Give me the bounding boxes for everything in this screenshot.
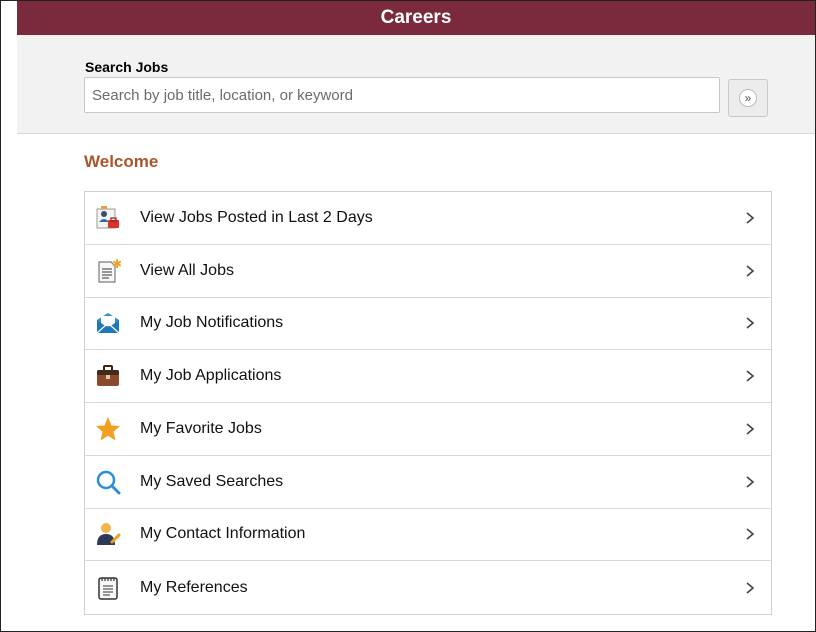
chevron-right-icon <box>746 265 755 277</box>
chevron-right-icon <box>746 582 755 594</box>
menu-item-view-all-jobs[interactable]: ✱ View All Jobs <box>85 245 771 298</box>
menu-item-label: My Job Notifications <box>140 314 284 332</box>
menu-item-label: My Favorite Jobs <box>140 419 262 437</box>
menu-item-contact-information[interactable]: My Contact Information <box>85 509 771 562</box>
welcome-heading: Welcome <box>84 152 159 171</box>
chevron-right-icon <box>746 476 755 488</box>
chevron-right-icon <box>746 423 755 435</box>
chevron-right-icon <box>746 317 755 329</box>
menu-item-label: My Contact Information <box>140 525 306 543</box>
chevron-right-icon <box>746 528 755 540</box>
magnifier-icon <box>95 469 121 495</box>
double-chevron-right-icon: » <box>739 89 757 107</box>
menu-item-label: My Saved Searches <box>140 472 284 490</box>
svg-text:✱: ✱ <box>112 258 121 271</box>
menu-item-view-jobs-last-2-days[interactable]: View Jobs Posted in Last 2 Days <box>85 192 771 245</box>
star-icon <box>95 416 121 442</box>
careers-menu-list: View Jobs Posted in Last 2 Days ✱ View A… <box>84 191 772 615</box>
search-button[interactable]: » <box>728 79 768 117</box>
menu-item-favorite-jobs[interactable]: My Favorite Jobs <box>85 403 771 456</box>
envelope-icon <box>95 310 121 336</box>
search-panel: Search Jobs » <box>17 35 815 134</box>
search-input[interactable] <box>84 77 720 113</box>
menu-item-label: My References <box>140 578 248 596</box>
new-document-icon: ✱ <box>95 258 121 284</box>
menu-item-label: View All Jobs <box>140 261 234 279</box>
search-label: Search Jobs <box>85 59 169 75</box>
menu-item-references[interactable]: My References <box>85 561 771 614</box>
briefcase-icon <box>95 363 121 389</box>
contact-person-icon <box>95 521 121 547</box>
menu-item-job-notifications[interactable]: My Job Notifications <box>85 298 771 351</box>
menu-item-job-applications[interactable]: My Job Applications <box>85 350 771 403</box>
page-title: Careers <box>380 7 452 28</box>
page-header: Careers <box>17 1 815 35</box>
menu-item-label: View Jobs Posted in Last 2 Days <box>140 208 373 226</box>
chevron-right-icon <box>746 212 755 224</box>
notepad-icon <box>95 575 121 601</box>
menu-item-saved-searches[interactable]: My Saved Searches <box>85 456 771 509</box>
chevron-right-icon <box>746 370 755 382</box>
menu-item-label: My Job Applications <box>140 367 282 385</box>
recent-jobs-icon <box>95 205 121 231</box>
careers-page: Careers Search Jobs » Welcome View Jobs … <box>0 0 816 632</box>
